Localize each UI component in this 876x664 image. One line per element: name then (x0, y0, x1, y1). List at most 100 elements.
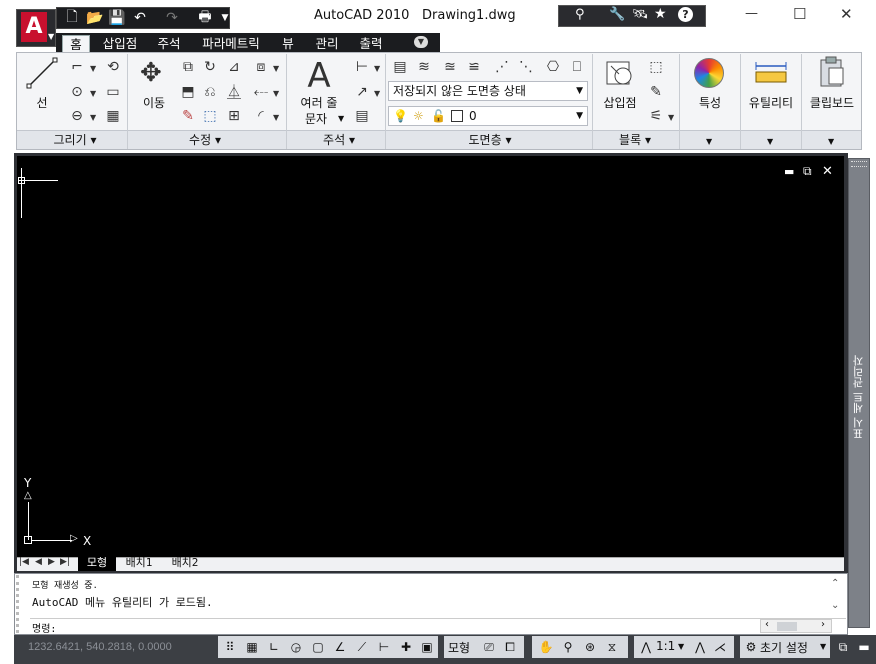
tab-output[interactable]: 출력 (354, 35, 388, 53)
showmotion-icon[interactable]: ⧖ (602, 637, 622, 657)
layer-unisolate-icon[interactable]: ⋱ (516, 57, 536, 77)
annotation-panel-title[interactable]: 주석 ▾ (294, 131, 384, 149)
layer-freeze-icon[interactable]: ⎔ (543, 57, 563, 77)
line-tool-button[interactable]: 선 (22, 56, 62, 112)
stretch-icon[interactable]: ⬒ (178, 82, 198, 102)
current-layer-dropdown[interactable]: 💡 ☼ 🔓 0 ▼ (388, 106, 588, 126)
circle-icon[interactable]: ⊙ (67, 82, 87, 102)
tab-parametric[interactable]: 파라메트릭 (198, 35, 264, 53)
offset-icon[interactable]: ⧈ (251, 57, 271, 77)
grid-array-icon[interactable]: ⊞ (224, 106, 244, 126)
layout-view-icon[interactable]: ⎚ (480, 637, 498, 657)
grid-display-icon[interactable]: ▦ (242, 637, 262, 657)
layer-previous-icon[interactable]: ≌ (464, 57, 484, 77)
command-hscroll[interactable]: ‹ › (760, 619, 832, 633)
drawing-canvas[interactable] (17, 156, 844, 557)
create-block-icon[interactable]: ⬚ (646, 57, 666, 77)
layout-tab-layout2[interactable]: 배치2 (164, 556, 206, 571)
explode-icon[interactable]: ⬚ (200, 106, 220, 126)
tab-manage[interactable]: 관리 (310, 35, 344, 53)
favorites-star-icon[interactable]: ★ (654, 6, 667, 22)
insert-block-button[interactable]: 삽입점 (598, 56, 642, 112)
model-space-button[interactable]: 모형 (448, 639, 470, 656)
multiline-text-button[interactable]: A 여러 줄 문자 ▼ (294, 56, 345, 128)
hscroll-thumb[interactable] (777, 622, 797, 631)
snap-mode-icon[interactable]: ⠿ (220, 637, 240, 657)
steering-wheel-icon[interactable]: ⊛ (580, 637, 600, 657)
copy-icon[interactable]: ⧉ (178, 57, 198, 77)
new-file-icon[interactable]: 🗋 (63, 9, 81, 27)
pan-hand-icon[interactable]: ✋ (536, 637, 556, 657)
cursor-coordinates[interactable]: 1232.6421, 540.2818, 0.0000 (28, 641, 172, 653)
tab-annotate[interactable]: 주석 (152, 35, 186, 53)
hscroll-right-icon[interactable]: › (821, 619, 825, 630)
linear-dimension-icon[interactable]: ⊢ (352, 57, 372, 77)
search-binoculars-icon[interactable]: ⚲ (575, 7, 585, 22)
dynamic-input-icon[interactable]: ⊢ (374, 637, 394, 657)
arc-icon[interactable]: ⟲ (103, 57, 123, 77)
clipboard-expand-icon[interactable]: ▼ (828, 137, 834, 146)
block-attribute-icon[interactable]: ⚟ (646, 106, 666, 126)
command-input[interactable] (62, 619, 757, 633)
maximize-button[interactable]: ☐ (793, 5, 806, 23)
trim-icon[interactable]: ⊿ (224, 57, 244, 77)
workspace-gear-icon[interactable]: ⚙ (742, 637, 760, 657)
tools-wrench-icon[interactable]: 🔧 (609, 7, 625, 22)
workspace-dropdown-icon[interactable]: ▼ (820, 642, 826, 651)
quick-view-icon[interactable]: ⧠ (500, 637, 520, 657)
annotation-scale-value[interactable]: 1:1 (656, 639, 675, 653)
first-layout-icon[interactable]: |◀ (19, 557, 29, 567)
properties-expand-icon[interactable]: ▼ (706, 137, 712, 146)
polyline-dropdown-icon[interactable]: ▼ (90, 64, 96, 73)
annotation-scale-icon[interactable]: ⋀ (638, 637, 654, 657)
ellipse-dropdown-icon[interactable]: ▼ (90, 113, 96, 122)
dimension-dropdown-icon[interactable]: ▼ (374, 64, 380, 73)
tab-view[interactable]: 뷰 (278, 35, 298, 53)
tab-insert[interactable]: 삽입점 (98, 35, 142, 53)
layer-off-icon[interactable]: ⎕ (567, 57, 587, 77)
help-icon[interactable]: ? (678, 7, 693, 22)
minimize-button[interactable]: — (745, 6, 758, 21)
annotation-scale-dropdown-icon[interactable]: ▼ (678, 642, 684, 651)
print-icon[interactable]: 🖶 (196, 9, 214, 27)
erase-icon[interactable]: ✎ (178, 106, 198, 126)
annotation-visibility-icon[interactable]: ⋀ (690, 637, 710, 657)
edit-block-icon[interactable]: ✎ (646, 82, 666, 102)
leader-icon[interactable]: ↗ (352, 82, 372, 102)
zoom-magnifier-icon[interactable]: ⚲ (558, 637, 578, 657)
application-menu-button[interactable]: A ▼ (16, 9, 56, 47)
ribbon-minimize-icon[interactable]: ▼ (414, 36, 428, 48)
tab-home[interactable]: 홈 (62, 35, 90, 53)
layout-tab-layout1[interactable]: 배치1 (118, 556, 160, 571)
hatch-icon[interactable]: ▦ (103, 106, 123, 126)
circle-dropdown-icon[interactable]: ▼ (90, 89, 96, 98)
layers-panel-title[interactable]: 도면층 ▾ (440, 131, 540, 149)
utilities-button[interactable]: 유틸리티 (743, 56, 799, 112)
lineweight-icon[interactable]: ✚ (396, 637, 416, 657)
array-icon[interactable]: ⎌ (200, 82, 220, 102)
satellite-icon[interactable]: 🛰 (632, 7, 649, 22)
command-window-grip[interactable] (16, 575, 28, 633)
polar-tracking-icon[interactable]: ◶ (286, 637, 306, 657)
viewport-minimize-icon[interactable]: ▬ (784, 165, 794, 178)
properties-button[interactable]: 특성 (684, 56, 738, 112)
block-attribute-dropdown-icon[interactable]: ▼ (668, 113, 674, 122)
modify-panel-title[interactable]: 수정 ▾ (160, 131, 250, 149)
palette-grip[interactable] (851, 161, 867, 167)
viewport-restore-icon[interactable]: ⧉ (803, 164, 812, 179)
layout-tab-model[interactable]: 모형 (78, 556, 116, 571)
leader-dropdown-icon[interactable]: ▼ (374, 89, 380, 98)
redo-icon[interactable]: ↷ (163, 9, 181, 27)
move-tool-button[interactable]: ✥ 이동 (134, 56, 174, 112)
layer-stack-icon[interactable]: ≋ (414, 57, 434, 77)
last-layout-icon[interactable]: ▶| (60, 557, 70, 567)
mirror-icon[interactable]: ⏅ (224, 82, 244, 102)
object-snap-tracking-icon[interactable]: ∠ (330, 637, 350, 657)
fillet-dropdown-icon[interactable]: ▼ (273, 113, 279, 122)
auto-scale-icon[interactable]: ⋌ (710, 637, 730, 657)
prev-layout-icon[interactable]: ◀ (35, 557, 42, 567)
clipboard-button[interactable]: 클립보드 (804, 56, 860, 112)
draw-panel-title[interactable]: 그리기 ▾ (30, 131, 120, 149)
viewport-close-icon[interactable]: ✕ (822, 164, 833, 179)
command-scroll-down-icon[interactable]: ⌄ (831, 600, 839, 611)
